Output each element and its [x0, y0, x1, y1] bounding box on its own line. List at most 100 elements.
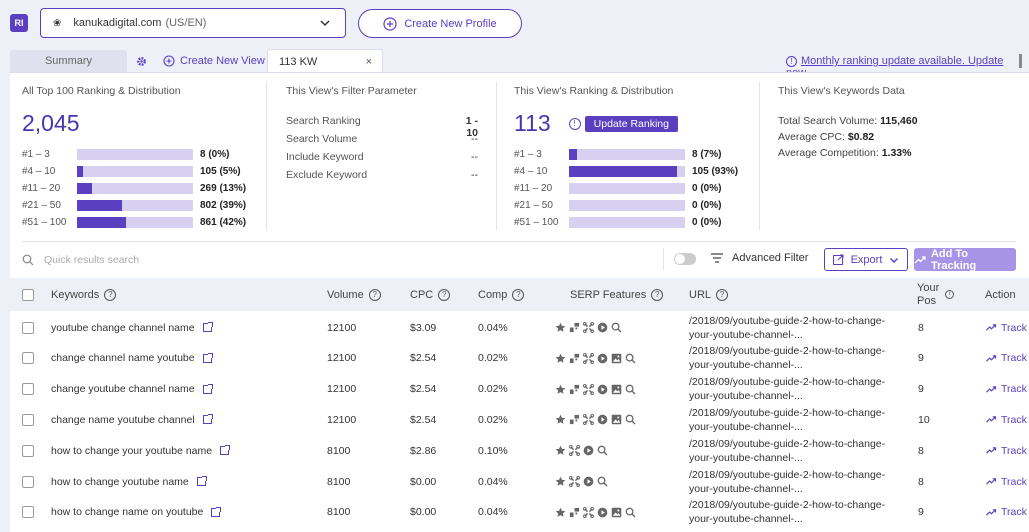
header-cpc[interactable]: CPC: [410, 289, 433, 301]
create-profile-button[interactable]: Create New Profile: [358, 9, 522, 38]
track-button[interactable]: Track: [985, 343, 1027, 374]
keywords-data-row: Average CPC: $0.82: [778, 131, 1008, 147]
puzzle-icon: [569, 445, 580, 457]
advanced-filter-toggle[interactable]: [674, 253, 696, 265]
close-icon[interactable]: ×: [366, 56, 372, 68]
table-header: Keywords? Volume? CPC? Comp? SERP Featur…: [10, 278, 1029, 311]
track-button[interactable]: Track: [985, 312, 1027, 343]
search-input[interactable]: Quick results search: [44, 254, 139, 266]
external-link-icon[interactable]: [211, 506, 222, 517]
tab-create-view-label: Create New View: [180, 55, 265, 67]
url-cell[interactable]: /2018/09/youtube-guide-2-how-to-change-y…: [689, 343, 885, 374]
plus-circle-icon: [163, 55, 175, 67]
keywords-data-block: This View's Keywords Data Total Search V…: [778, 85, 1008, 163]
external-link-icon[interactable]: [202, 322, 213, 332]
chevron-down-icon: [320, 20, 330, 27]
filter-key: Search Volume: [286, 133, 358, 145]
track-button[interactable]: Track: [985, 435, 1027, 466]
image-icon: [611, 353, 622, 364]
sitelinks-icon: [569, 414, 580, 425]
sitelinks-icon: [569, 353, 580, 364]
track-button[interactable]: Track: [985, 497, 1027, 528]
quick-search[interactable]: Quick results search: [22, 252, 658, 268]
advanced-filter[interactable]: Advanced Filter: [711, 252, 808, 264]
tab-active-view[interactable]: 113 KW ×: [267, 49, 383, 73]
star-icon: [555, 384, 566, 395]
info-icon: i: [945, 290, 954, 299]
view-ranking-title: This View's Ranking & Distribution: [514, 85, 674, 97]
site-select[interactable]: ❀ kanukadigital.com (US/EN): [40, 8, 346, 38]
url-cell[interactable]: /2018/09/youtube-guide-2-how-to-change-y…: [689, 497, 885, 528]
help-icon[interactable]: ?: [716, 288, 729, 301]
distribution-bar: [569, 217, 685, 228]
row-checkbox[interactable]: [22, 321, 34, 334]
divider: [22, 241, 1016, 242]
external-link-icon[interactable]: [202, 352, 213, 363]
url-cell[interactable]: /2018/09/youtube-guide-2-how-to-change-y…: [689, 312, 885, 343]
row-checkbox[interactable]: [22, 352, 34, 365]
help-icon[interactable]: ?: [104, 288, 117, 301]
header-comp[interactable]: Comp: [478, 289, 507, 301]
filter-title: This View's Filter Parameter: [286, 85, 417, 97]
url-cell[interactable]: /2018/09/youtube-guide-2-how-to-change-y…: [689, 404, 885, 435]
track-button[interactable]: Track: [985, 466, 1027, 497]
image-icon: [611, 414, 622, 425]
keyword-text: how to change youtube name: [51, 475, 189, 488]
external-link-icon[interactable]: [202, 414, 213, 425]
cpc-cell: $2.86: [410, 444, 437, 457]
filter-value: --: [471, 169, 478, 181]
view-distribution-list: #1 – 3 8 (7%) #4 – 10 105 (93%) #11 – 20 0 (0…: [514, 146, 754, 231]
puzzle-icon: [583, 352, 594, 364]
search-icon: [22, 254, 34, 266]
external-link-icon[interactable]: [220, 445, 231, 456]
keyword-text: youtube change channel name: [51, 321, 195, 334]
volume-cell: 8100: [327, 506, 351, 519]
help-icon[interactable]: ?: [368, 288, 381, 301]
help-icon[interactable]: ?: [512, 288, 525, 301]
range-value: 0 (0%): [692, 183, 722, 194]
trend-icon: [986, 416, 997, 424]
url-cell[interactable]: /2018/09/youtube-guide-2-how-to-change-y…: [689, 435, 885, 466]
table-row: change name youtube channel 12100 $2.54 0.0…: [10, 404, 1029, 435]
search-icon: [625, 414, 636, 425]
view-ranking-total: 113: [514, 110, 551, 136]
add-to-tracking-button[interactable]: Add To Tracking: [914, 248, 1016, 272]
external-link-icon[interactable]: [202, 383, 213, 394]
export-button[interactable]: Export: [824, 248, 908, 271]
tab-summary[interactable]: Summary: [10, 50, 127, 72]
row-checkbox[interactable]: [22, 475, 34, 488]
url-line: your-youtube-channel-...: [689, 390, 803, 403]
track-button[interactable]: Track: [985, 404, 1027, 435]
header-your-pos[interactable]: Your Pos: [917, 282, 947, 308]
help-icon[interactable]: ?: [438, 288, 451, 301]
trend-icon: [914, 255, 926, 263]
header-keywords[interactable]: Keywords: [51, 289, 99, 301]
help-icon[interactable]: ?: [651, 288, 664, 301]
keywords-data-title: This View's Keywords Data: [778, 85, 905, 97]
track-button[interactable]: Track: [985, 374, 1027, 405]
tab-create-view[interactable]: Create New View: [163, 50, 265, 72]
puzzle-icon: [583, 322, 594, 333]
row-checkbox[interactable]: [22, 383, 34, 396]
track-label: Track: [1001, 444, 1027, 457]
filter-value: --: [471, 151, 478, 163]
keywords-data-key: Total Search Volume:: [778, 115, 878, 127]
plus-circle-icon: [383, 16, 397, 31]
row-checkbox[interactable]: [22, 506, 34, 519]
header-volume[interactable]: Volume: [327, 289, 364, 301]
url-cell[interactable]: /2018/09/youtube-guide-2-how-to-change-y…: [689, 374, 885, 405]
row-checkbox[interactable]: [22, 444, 34, 457]
url-cell[interactable]: /2018/09/youtube-guide-2-how-to-change-y…: [689, 466, 885, 497]
header-serp-features: SERP Features: [570, 288, 647, 301]
track-label: Track: [1001, 321, 1027, 334]
scrollbar[interactable]: [1019, 54, 1022, 68]
puzzle-icon: [583, 383, 594, 395]
row-checkbox[interactable]: [22, 413, 34, 426]
volume-cell: 12100: [327, 383, 357, 396]
gear-icon[interactable]: [133, 50, 149, 72]
distribution-row: #4 – 10 105 (93%): [514, 163, 754, 180]
update-ranking-button[interactable]: Update Ranking: [584, 115, 678, 132]
external-link-icon[interactable]: [196, 476, 207, 486]
track-label: Track: [1001, 506, 1027, 519]
select-all-checkbox[interactable]: [22, 288, 34, 301]
